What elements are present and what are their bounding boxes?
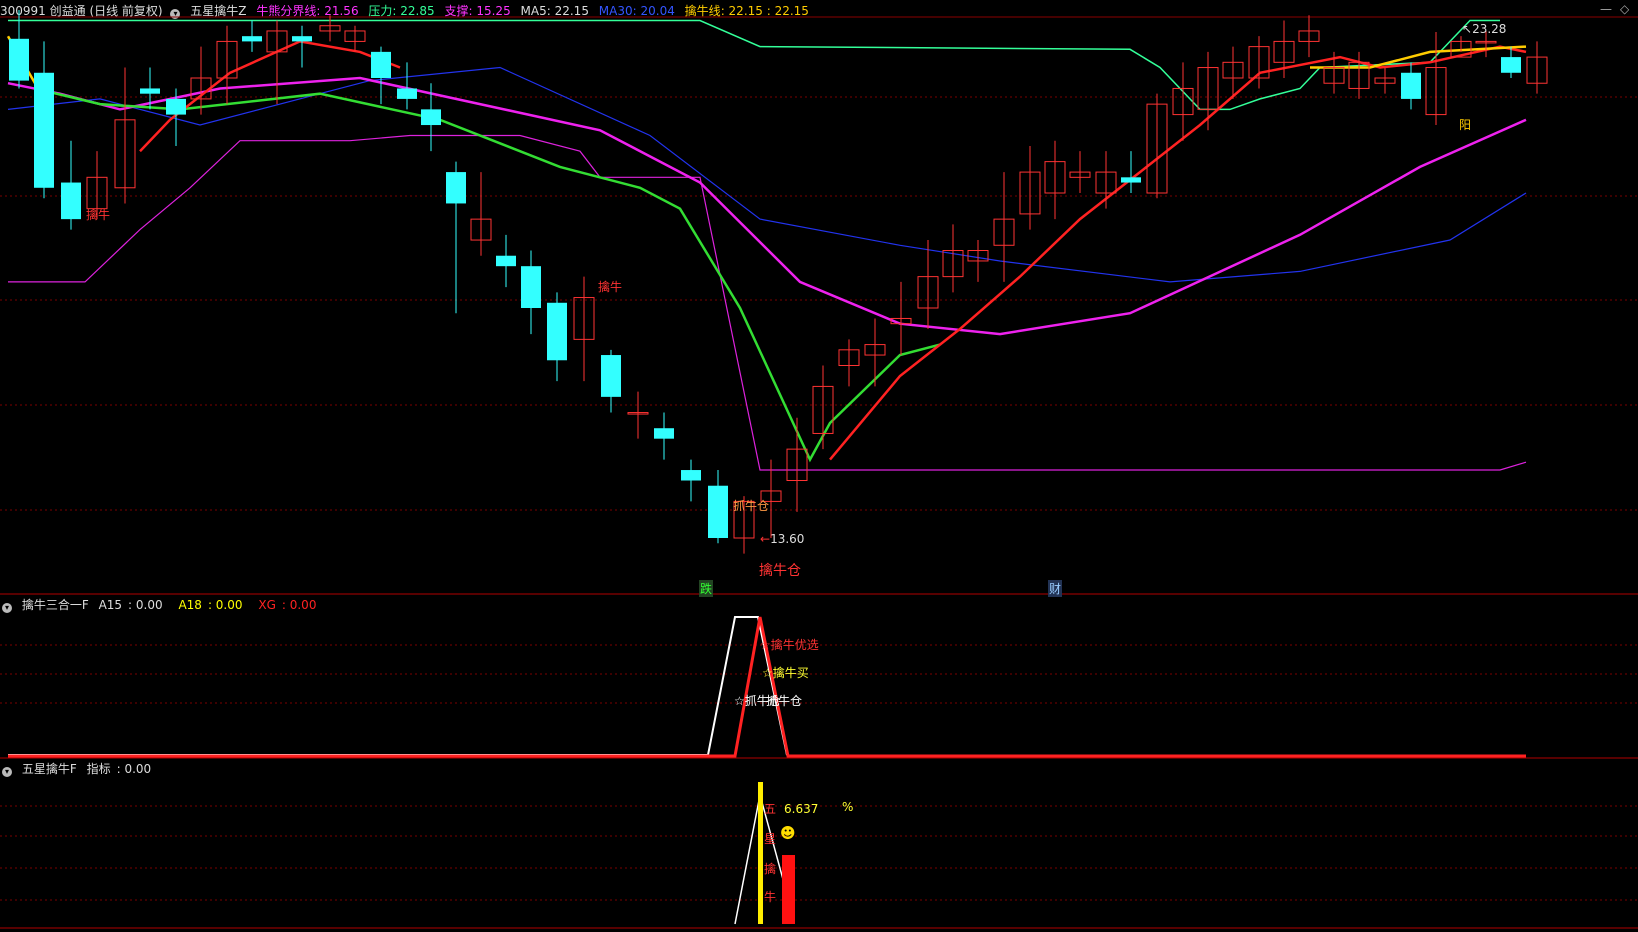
panel3-header: ▾ 五星擒牛F 指标: 0.00 <box>0 760 163 778</box>
panel2-header: ▾ 擒牛三合一F A15: 0.00 A18: 0.00 XG: 0.00 <box>0 596 328 614</box>
panel3-menu-icon[interactable]: ▾ <box>2 767 12 777</box>
candle-body <box>1401 72 1421 99</box>
candle-body <box>1501 57 1521 73</box>
panel2-signal-4: 抓牛仓 <box>766 694 803 708</box>
candle-body <box>61 182 81 220</box>
candle-body <box>681 470 701 481</box>
candle-body <box>166 98 186 115</box>
panel2-item-0: A15: 0.00 <box>98 598 163 612</box>
candle-body <box>371 51 391 78</box>
low-price-label: ←13.60 <box>760 532 805 546</box>
candle-body <box>292 36 312 42</box>
signal-label-bottom: 擒牛仓 <box>759 563 801 579</box>
panel3-percent: % <box>842 800 854 814</box>
bull-catch-line <box>829 45 1527 461</box>
red-bar <box>782 855 795 924</box>
bull-bear-line <box>7 76 1527 336</box>
panel3-vtext-0: 五 <box>764 802 777 816</box>
kline-chart[interactable] <box>0 0 1638 932</box>
panel3-vtext-2: 擒 <box>764 862 777 876</box>
candle-body <box>140 88 160 94</box>
panel2-title[interactable]: 擒牛三合一F <box>22 598 89 612</box>
panel3-vtext-3: 牛 <box>764 890 777 904</box>
signal-label-qn1: 擒牛 <box>86 208 111 222</box>
panel2-item-2: XG: 0.00 <box>258 598 317 612</box>
high-price-label: ↖23.28 <box>1462 22 1507 36</box>
signal-label-qn2: 擒牛 <box>598 280 623 294</box>
grid-lines <box>0 16 1638 929</box>
candle-body <box>601 355 621 397</box>
panel3-item-0: 指标: 0.00 <box>86 762 152 776</box>
candle-body <box>496 255 516 267</box>
smiley-icon: ☻ <box>780 824 796 842</box>
green-trend-line <box>34 87 941 463</box>
candle-body <box>242 36 262 42</box>
signal-label-yang: 阳 <box>1459 118 1472 132</box>
resistance-line <box>8 19 1500 111</box>
panel2-signal-2: ☆擒牛买 <box>762 666 809 680</box>
candle-body <box>397 88 417 99</box>
panel2-signal-1: ☆擒牛优选 <box>760 638 819 652</box>
candle-body <box>547 302 567 361</box>
candle-body <box>446 172 466 204</box>
candle-body <box>708 485 728 538</box>
indicator-lines <box>6 19 1527 471</box>
marker-die: 跌 <box>699 580 714 597</box>
yellow-bar <box>758 782 763 924</box>
a15-line <box>8 616 788 756</box>
panel2-menu-icon[interactable]: ▾ <box>2 603 12 613</box>
candle-body <box>421 109 441 126</box>
panel3-vtext-1: 星 <box>764 832 777 846</box>
marker-cai: 财 <box>1048 580 1063 597</box>
candle-body <box>654 428 674 439</box>
support-line <box>8 134 1527 471</box>
candlesticks <box>9 10 1548 554</box>
candle-body <box>1121 177 1141 183</box>
candle-body <box>521 266 541 308</box>
panel2-item-1: A18: 0.00 <box>178 598 243 612</box>
panel3-title[interactable]: 五星擒牛F <box>22 762 77 776</box>
panel3-value: 6.637 <box>784 802 819 816</box>
signal-label-zhuaniucang: 抓牛仓 <box>733 499 770 513</box>
candle-body <box>9 38 29 81</box>
candle-body <box>34 72 54 188</box>
